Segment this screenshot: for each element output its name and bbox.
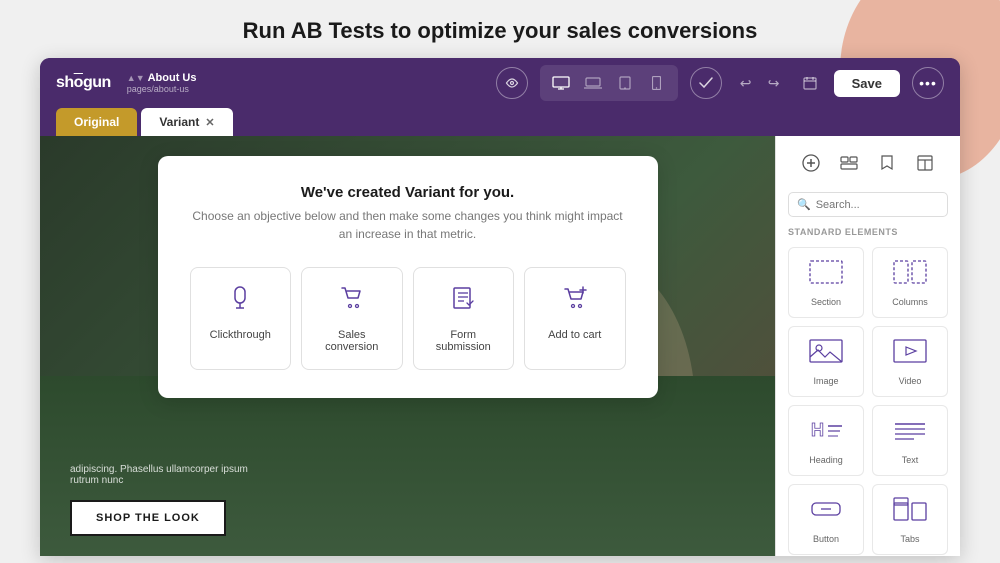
mobile-device-btn[interactable] — [642, 69, 672, 97]
search-input[interactable] — [816, 199, 939, 211]
objective-add-to-cart[interactable]: Add to cart — [524, 267, 626, 370]
right-sidebar: 🔍 STANDARD ELEMENTS Section — [775, 136, 960, 556]
page-title: About Us — [148, 72, 197, 84]
tab-variant-close[interactable]: ✕ — [205, 116, 214, 129]
preview-button[interactable] — [496, 67, 528, 99]
app-container: shogun ▲▼ About Us pages/about-us — [40, 58, 960, 556]
element-image[interactable]: Image — [788, 326, 864, 397]
canvas-bg-text: adipiscing. Phasellus ullamcorper ipsum … — [70, 464, 270, 486]
publish-check-button[interactable] — [690, 67, 722, 99]
add-to-cart-label: Add to cart — [548, 329, 601, 341]
text-icon — [892, 416, 928, 449]
heading-icon: H — [808, 416, 844, 449]
objective-clickthrough[interactable]: Clickthrough — [190, 267, 292, 370]
variant-modal: We've created Variant for you. Choose an… — [158, 156, 658, 398]
heading-label: Heading — [809, 455, 843, 465]
element-text[interactable]: Text — [872, 405, 948, 476]
desktop-device-btn[interactable] — [546, 69, 576, 97]
undo-button[interactable]: ↩ — [734, 71, 758, 95]
video-label: Video — [899, 376, 922, 386]
canvas-bottom-content: adipiscing. Phasellus ullamcorper ipsum … — [40, 376, 775, 556]
main-heading: Run AB Tests to optimize your sales conv… — [0, 0, 1000, 58]
modal-subtitle: Choose an objective below and then make … — [190, 207, 626, 243]
top-bar: shogun ▲▼ About Us pages/about-us — [40, 58, 960, 108]
form-submission-label: Form submission — [424, 329, 504, 353]
element-button[interactable]: Button — [788, 484, 864, 555]
button-element-icon — [808, 495, 844, 528]
sidebar-icons-row — [788, 148, 948, 182]
columns-label: Columns — [892, 297, 928, 307]
more-options-button[interactable]: ••• — [912, 67, 944, 99]
sales-conversion-label: Sales conversion — [312, 329, 392, 353]
section-icon — [808, 258, 844, 291]
page-selector[interactable]: ▲▼ About Us pages/about-us — [127, 72, 197, 94]
sales-conversion-icon — [338, 284, 366, 319]
tab-variant[interactable]: Variant ✕ — [141, 108, 232, 136]
search-icon: 🔍 — [797, 198, 811, 211]
objective-grid: Clickthrough Sales conversion — [190, 267, 626, 370]
content-area: We've created Variant for you. Choose an… — [40, 136, 960, 556]
element-heading[interactable]: H Heading — [788, 405, 864, 476]
clickthrough-icon — [226, 284, 254, 319]
calendar-button[interactable] — [798, 71, 822, 95]
elements-grid: Section Columns — [788, 247, 948, 555]
image-label: Image — [813, 376, 838, 386]
templates-button[interactable] — [910, 148, 940, 178]
canvas: We've created Variant for you. Choose an… — [40, 136, 775, 556]
shop-the-look-button[interactable]: SHOP THE LOOK — [70, 500, 226, 536]
image-icon — [808, 337, 844, 370]
tablet-device-btn[interactable] — [610, 69, 640, 97]
add-element-button[interactable] — [796, 148, 826, 178]
svg-text:H: H — [811, 420, 824, 440]
objective-sales-conversion[interactable]: Sales conversion — [301, 267, 403, 370]
tabs-element-label: Tabs — [900, 534, 919, 544]
video-icon — [892, 337, 928, 370]
logo: shogun — [56, 74, 111, 92]
page-slug: pages/about-us — [127, 84, 197, 94]
standard-elements-label: STANDARD ELEMENTS — [788, 227, 948, 237]
undo-redo-group: ↩ ↪ — [734, 71, 786, 95]
add-to-cart-icon — [561, 284, 589, 319]
button-element-label: Button — [813, 534, 839, 544]
element-tabs[interactable]: Tabs — [872, 484, 948, 555]
save-button[interactable]: Save — [834, 70, 900, 97]
saved-elements-button[interactable] — [872, 148, 902, 178]
element-section[interactable]: Section — [788, 247, 864, 318]
laptop-device-btn[interactable] — [578, 69, 608, 97]
device-toolbar — [540, 65, 678, 101]
section-label: Section — [811, 297, 841, 307]
tabs-icon — [892, 495, 928, 528]
tab-original[interactable]: Original — [56, 108, 137, 136]
columns-icon — [892, 258, 928, 291]
element-video[interactable]: Video — [872, 326, 948, 397]
text-label: Text — [902, 455, 919, 465]
layout-button[interactable] — [834, 148, 864, 178]
form-submission-icon — [449, 284, 477, 319]
redo-button[interactable]: ↪ — [762, 71, 786, 95]
element-search[interactable]: 🔍 — [788, 192, 948, 217]
objective-form-submission[interactable]: Form submission — [413, 267, 515, 370]
element-columns[interactable]: Columns — [872, 247, 948, 318]
tab-bar: Original Variant ✕ — [40, 108, 960, 136]
clickthrough-label: Clickthrough — [210, 329, 271, 341]
modal-title: We've created Variant for you. — [190, 184, 626, 201]
